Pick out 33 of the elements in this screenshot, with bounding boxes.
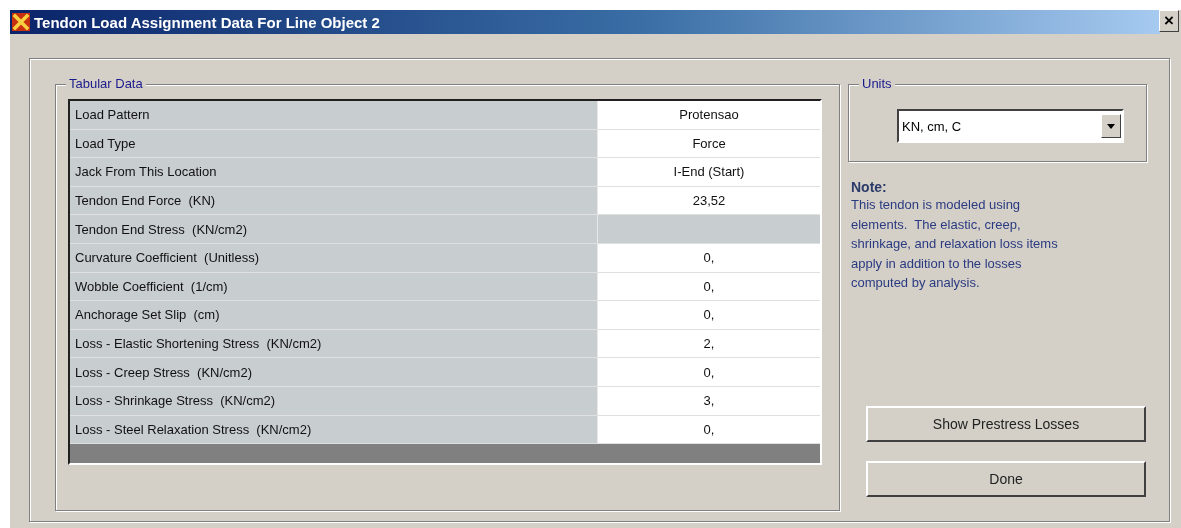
value-cell[interactable]: 3, xyxy=(598,386,820,415)
row-label: Anchorage Set Slip (cm) xyxy=(70,301,598,329)
app-icon xyxy=(12,13,30,31)
value-cell[interactable]: Protensao xyxy=(598,101,820,129)
row-label: Loss - Elastic Shortening Stress (KN/cm2) xyxy=(70,329,598,358)
group-title: Tabular Data xyxy=(66,76,146,91)
dialog-button[interactable]: Show Prestress Losses xyxy=(866,406,1146,442)
group-title: Units xyxy=(859,76,895,91)
row-label: Load Type xyxy=(70,129,598,158)
dialog-button[interactable]: Done xyxy=(866,461,1146,497)
row-label: Loss - Creep Stress (KN/cm2) xyxy=(70,358,598,386)
value-cell[interactable]: 0, xyxy=(598,415,820,444)
row-label: Jack From This Location xyxy=(70,158,598,186)
value-cell[interactable]: 0, xyxy=(598,272,820,301)
row-label: Wobble Coefficient (1/cm) xyxy=(70,272,598,301)
units-dropdown[interactable]: KN, cm, C xyxy=(897,109,1124,143)
value-cell[interactable]: 0, xyxy=(598,243,820,272)
window-title: Tendon Load Assignment Data For Line Object 2 xyxy=(34,13,380,31)
close-button[interactable]: × xyxy=(1159,10,1179,32)
row-label: Load Pattern xyxy=(70,101,598,129)
row-label: Loss - Shrinkage Stress (KN/cm2) xyxy=(70,386,598,415)
row-label: Tendon End Force (KN) xyxy=(70,186,598,215)
value-cell[interactable]: 2, xyxy=(598,329,820,358)
note-title: Note: xyxy=(850,179,888,195)
value-cell[interactable]: 0, xyxy=(598,301,820,329)
row-label: Tendon End Stress (KN/cm2) xyxy=(70,215,598,243)
value-cell[interactable]: 0, xyxy=(598,358,820,386)
value-cell[interactable]: 23,52 xyxy=(598,186,820,215)
value-cell[interactable]: I-End (Start) xyxy=(598,158,820,186)
note-text: This tendon is modeled using elements. The elastic, creep, shrinkage, and relaxation loss items apply in addition to the losses computed by analysis. xyxy=(850,196,1059,293)
value-cell[interactable]: Force xyxy=(598,129,820,158)
row-label: Loss - Steel Relaxation Stress (KN/cm2) xyxy=(70,415,598,444)
row-label: Curvature Coefficient (Unitless) xyxy=(70,243,598,272)
